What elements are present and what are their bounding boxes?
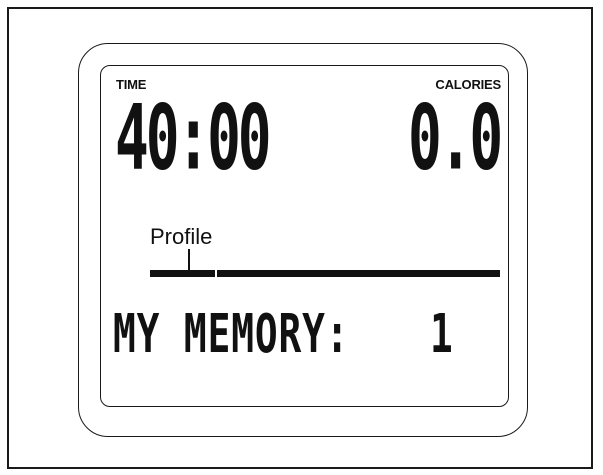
profile-label: Profile bbox=[150, 224, 213, 249]
memory-value: 1 bbox=[430, 303, 453, 366]
memory-label: MY MEMORY: bbox=[113, 303, 350, 366]
profile-bar bbox=[150, 270, 500, 277]
profile-bar-segment-divider bbox=[215, 268, 217, 279]
calories-value: 0.0 bbox=[408, 84, 503, 190]
profile-pointer-line bbox=[188, 249, 190, 270]
time-value: 40:00 bbox=[115, 84, 272, 190]
